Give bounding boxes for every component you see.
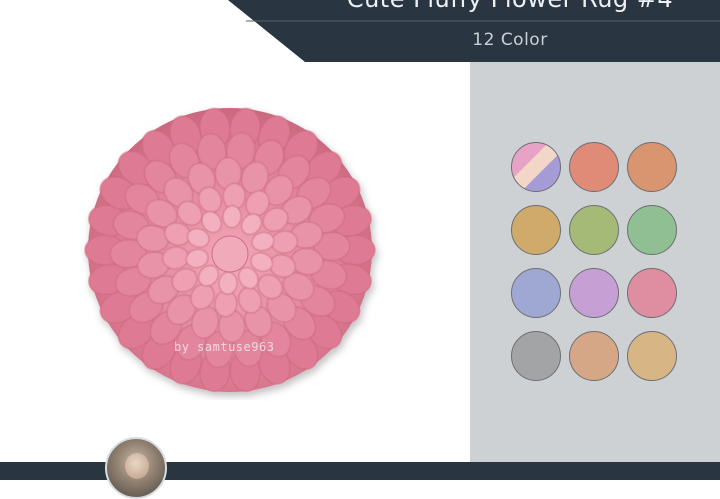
avatar-face	[125, 453, 149, 479]
creator-avatar[interactable]	[105, 437, 167, 499]
swatch-tan[interactable]	[627, 331, 677, 381]
rug-preview-image: by samtuse963	[70, 100, 400, 400]
swatch-beige[interactable]	[569, 331, 619, 381]
swatch-purple[interactable]	[569, 268, 619, 318]
swatch-gray[interactable]	[511, 331, 561, 381]
swatch-blue[interactable]	[511, 268, 561, 318]
swatch-orange[interactable]	[627, 142, 677, 192]
flower-rug-illustration	[84, 108, 376, 392]
swatch-green[interactable]	[569, 205, 619, 255]
rug-center	[211, 235, 249, 273]
swatch-mint[interactable]	[627, 205, 677, 255]
watermark-text: by samtuse963	[174, 340, 275, 354]
header-banner: Cute Fluffy Flower Rug #4 12 Color	[0, 0, 720, 62]
swatch-pink[interactable]	[627, 268, 677, 318]
color-swatch-panel	[470, 62, 720, 462]
color-count-label: 12 Color	[472, 30, 548, 50]
page-title: Cute Fluffy Flower Rug #4	[300, 0, 720, 13]
swatch-coral[interactable]	[569, 142, 619, 192]
swatch-mustard[interactable]	[511, 205, 561, 255]
swatch-multicolor[interactable]	[511, 142, 561, 192]
